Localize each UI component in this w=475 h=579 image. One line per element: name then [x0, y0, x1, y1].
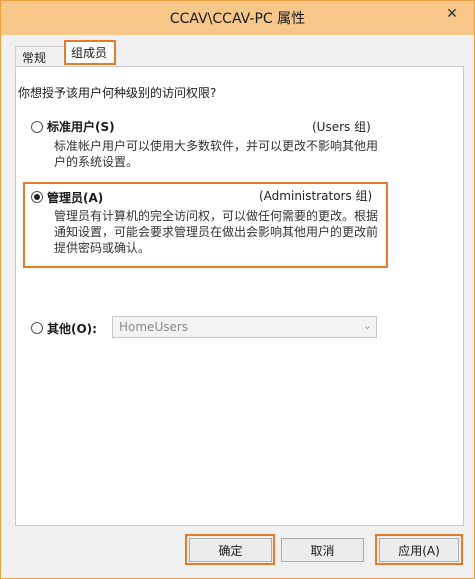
administrators-group-tag: (Administrators 组) [259, 189, 373, 203]
standard-desc-line1: 标准帐户用户可以使用大多数软件，并可以更改不影响其他用 [54, 139, 379, 153]
apply-button[interactable]: 应用(A) [379, 538, 459, 562]
users-group-tag: (Users 组) [312, 120, 371, 134]
administrator-description: 管理员有计算机的完全访问权，可以做任何需要的更改。根据 通知设置，可能会要求管理… [54, 208, 384, 256]
standard-user-radio[interactable] [31, 121, 43, 133]
admin-desc-line3: 提供密码或确认。 [54, 241, 151, 255]
tab-group-members[interactable]: 组成员 [64, 41, 116, 67]
administrator-radio[interactable] [31, 191, 43, 203]
title-bar[interactable]: CCAV\CCAV-PC 属性 ✕ [1, 1, 474, 35]
standard-user-label[interactable]: 标准用户(S) [47, 118, 115, 135]
properties-dialog: CCAV\CCAV-PC 属性 ✕ 常规 组成员 你想授予该用户何种级别的访问权… [0, 0, 475, 579]
close-button[interactable]: ✕ [436, 3, 468, 25]
standard-user-description: 标准帐户用户可以使用大多数软件，并可以更改不影响其他用 户的系统设置。 [54, 138, 384, 170]
other-group-select[interactable]: HomeUsers ⌄ [112, 316, 377, 338]
admin-desc-line1: 管理员有计算机的完全访问权，可以做任何需要的更改。根据 [54, 209, 379, 223]
standard-desc-line2: 户的系统设置。 [54, 155, 139, 169]
ok-button[interactable]: 确定 [189, 538, 272, 562]
cancel-button[interactable]: 取消 [281, 538, 364, 562]
window-title: CCAV\CCAV-PC 属性 [169, 11, 306, 27]
chevron-down-icon: ⌄ [362, 319, 372, 332]
admin-desc-line2: 通知设置，可能会要求管理员在做出会影响其他用户的更改前 [54, 225, 379, 239]
other-label[interactable]: 其他(O): [47, 320, 97, 337]
other-group-select-value: HomeUsers [119, 320, 189, 334]
other-radio[interactable] [31, 322, 43, 334]
tab-general[interactable]: 常规 [15, 46, 65, 67]
administrator-label[interactable]: 管理员(A) [47, 189, 103, 206]
tab-panel [15, 66, 464, 526]
access-question: 你想授予该用户何种级别的访问权限? [18, 86, 217, 100]
